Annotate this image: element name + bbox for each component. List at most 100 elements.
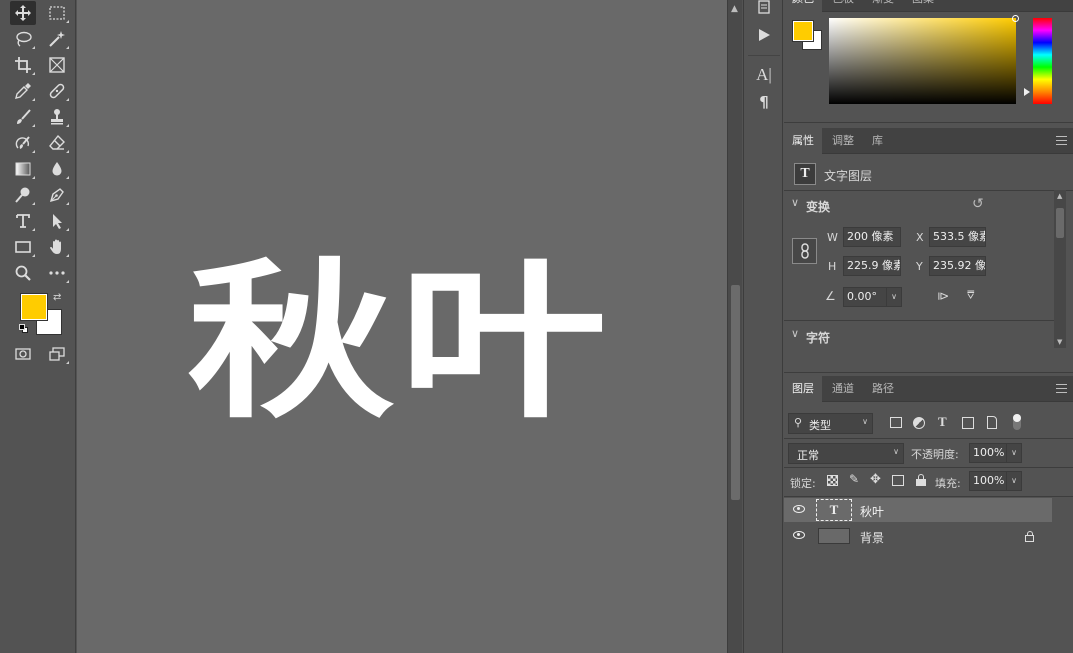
- brush-icon: [17, 109, 31, 124]
- history-panel-button[interactable]: [752, 0, 776, 18]
- collapsed-panels-dock: A| ¶: [743, 0, 783, 653]
- scrollbar-thumb[interactable]: [731, 285, 740, 500]
- tab-libraries[interactable]: 库: [864, 128, 891, 154]
- height-input[interactable]: 225.9 像素: [843, 256, 901, 276]
- tab-color[interactable]: 颜色: [784, 0, 822, 12]
- scroll-up-icon[interactable]: ▲: [731, 4, 738, 14]
- tab-gradients[interactable]: 渐变: [864, 0, 902, 12]
- x-position-input[interactable]: 533.5 像素: [929, 227, 986, 247]
- flip-vertical-icon[interactable]: ⩢: [967, 288, 974, 303]
- layer-row[interactable]: 背景: [784, 524, 1052, 548]
- properties-panel-menu-icon[interactable]: [1056, 136, 1067, 145]
- properties-scrollbar[interactable]: ▲ ▼: [1054, 190, 1066, 348]
- type-icon: [16, 214, 30, 228]
- eyedropper-tool[interactable]: [10, 79, 36, 103]
- angle-input[interactable]: 0.00°: [843, 287, 887, 307]
- tab-layers[interactable]: 图层: [784, 376, 822, 402]
- blur-tool[interactable]: [44, 157, 70, 181]
- text-layer-kind-icon: T: [794, 163, 816, 185]
- color-fg-bg-swatches[interactable]: [792, 20, 823, 51]
- layer-visibility-eye-icon[interactable]: [793, 531, 805, 539]
- layers-panel-menu-icon[interactable]: [1056, 384, 1067, 393]
- reset-transform-icon[interactable]: ↺: [972, 196, 984, 212]
- layer-kind-label: 文字图层: [824, 169, 873, 183]
- blend-mode-dropdown-icon: ∨: [893, 447, 899, 456]
- angle-dropdown-icon[interactable]: ∨: [886, 287, 902, 307]
- filter-smart-objects-icon[interactable]: [987, 416, 997, 429]
- actions-panel-button[interactable]: [752, 24, 776, 46]
- magic-wand-tool[interactable]: [44, 27, 70, 51]
- layer-name[interactable]: 秋叶: [860, 503, 884, 520]
- tab-paths[interactable]: 路径: [864, 376, 902, 402]
- tab-properties[interactable]: 属性: [784, 128, 822, 154]
- fill-dropdown-icon[interactable]: ∨: [1006, 471, 1022, 491]
- opacity-label: 不透明度:: [911, 448, 959, 461]
- path-select-tool[interactable]: [44, 209, 70, 233]
- type-tool[interactable]: [10, 209, 36, 233]
- layer-filter-select[interactable]: ⚲ 类型 ∨: [788, 413, 873, 434]
- width-input[interactable]: 200 像素: [843, 227, 901, 247]
- eyedropper-icon: [15, 83, 31, 99]
- hand-tool[interactable]: [44, 235, 70, 259]
- fill-input[interactable]: 100%: [969, 471, 1007, 491]
- properties-scrollbar-thumb[interactable]: [1056, 208, 1064, 238]
- blend-mode-select[interactable]: 正常 ∨: [788, 443, 904, 464]
- character-panel-button[interactable]: A|: [752, 64, 776, 86]
- tab-patterns[interactable]: 图案: [904, 0, 942, 12]
- color-picker-field[interactable]: [829, 15, 1019, 104]
- dodge-tool[interactable]: [10, 183, 36, 207]
- canvas-vertical-scrollbar[interactable]: ▲: [727, 0, 742, 653]
- more-tools[interactable]: [44, 261, 70, 285]
- opacity-dropdown-icon[interactable]: ∨: [1006, 443, 1022, 463]
- link-dimensions-button[interactable]: [792, 238, 817, 264]
- marquee-tool[interactable]: [44, 1, 70, 25]
- lock-image-pixels-icon[interactable]: ✎: [849, 472, 859, 486]
- lasso-tool[interactable]: [10, 27, 36, 51]
- lock-position-icon[interactable]: ✥: [870, 472, 881, 487]
- screen-mode-button[interactable]: [44, 342, 70, 366]
- opacity-input[interactable]: 100%: [969, 443, 1007, 463]
- tab-channels[interactable]: 通道: [824, 376, 862, 402]
- lock-all-icon[interactable]: [916, 474, 926, 486]
- document-canvas[interactable]: 秋叶: [77, 0, 727, 653]
- layer-row[interactable]: T 秋叶: [784, 498, 1052, 522]
- tab-swatches[interactable]: 色板: [824, 0, 862, 12]
- rect-marquee-icon: [49, 6, 65, 20]
- swap-colors-icon[interactable]: ⇄: [53, 292, 61, 303]
- gradient-tool[interactable]: [10, 157, 36, 181]
- paragraph-panel-button[interactable]: ¶: [752, 91, 776, 113]
- canvas-text-layer[interactable]: 秋叶: [187, 258, 612, 428]
- lock-transparent-pixels-icon[interactable]: [827, 475, 838, 486]
- lock-artboard-icon[interactable]: [892, 475, 904, 486]
- filter-adjustment-layers-icon[interactable]: [913, 417, 925, 429]
- brush-tool[interactable]: [10, 105, 36, 129]
- flip-horizontal-icon[interactable]: ⧐: [937, 289, 949, 303]
- crop-icon: [15, 57, 31, 73]
- default-colors-icon[interactable]: [19, 324, 29, 334]
- eraser-tool[interactable]: [44, 131, 70, 155]
- stamp-tool[interactable]: [44, 105, 70, 129]
- y-position-input[interactable]: 235.92 像素: [929, 256, 986, 276]
- move-tool[interactable]: [10, 1, 36, 25]
- quick-mask-button[interactable]: [10, 342, 36, 366]
- character-collapse-icon[interactable]: ∨: [791, 327, 799, 340]
- zoom-tool[interactable]: [10, 261, 36, 285]
- shape-tool[interactable]: [10, 235, 36, 259]
- dodge-icon: [15, 187, 30, 203]
- filter-dropdown-icon: ∨: [862, 417, 868, 426]
- tab-adjustments[interactable]: 调整: [824, 128, 862, 154]
- filter-pixel-layers-icon[interactable]: [890, 417, 902, 428]
- pen-tool[interactable]: [44, 183, 70, 207]
- filter-type-layers-icon[interactable]: T: [938, 414, 947, 430]
- transform-collapse-icon[interactable]: ∨: [791, 196, 799, 209]
- layer-name[interactable]: 背景: [860, 529, 884, 546]
- history-brush-tool[interactable]: [10, 131, 36, 155]
- frame-tool[interactable]: [44, 53, 70, 77]
- filter-toggle-switch[interactable]: [1013, 414, 1021, 430]
- hue-slider[interactable]: [1033, 18, 1052, 104]
- healing-brush-tool[interactable]: [44, 79, 70, 103]
- crop-tool[interactable]: [10, 53, 36, 77]
- foreground-color-swatch[interactable]: [20, 293, 48, 321]
- layer-visibility-eye-icon[interactable]: [793, 505, 805, 513]
- filter-shape-layers-icon[interactable]: [962, 417, 974, 429]
